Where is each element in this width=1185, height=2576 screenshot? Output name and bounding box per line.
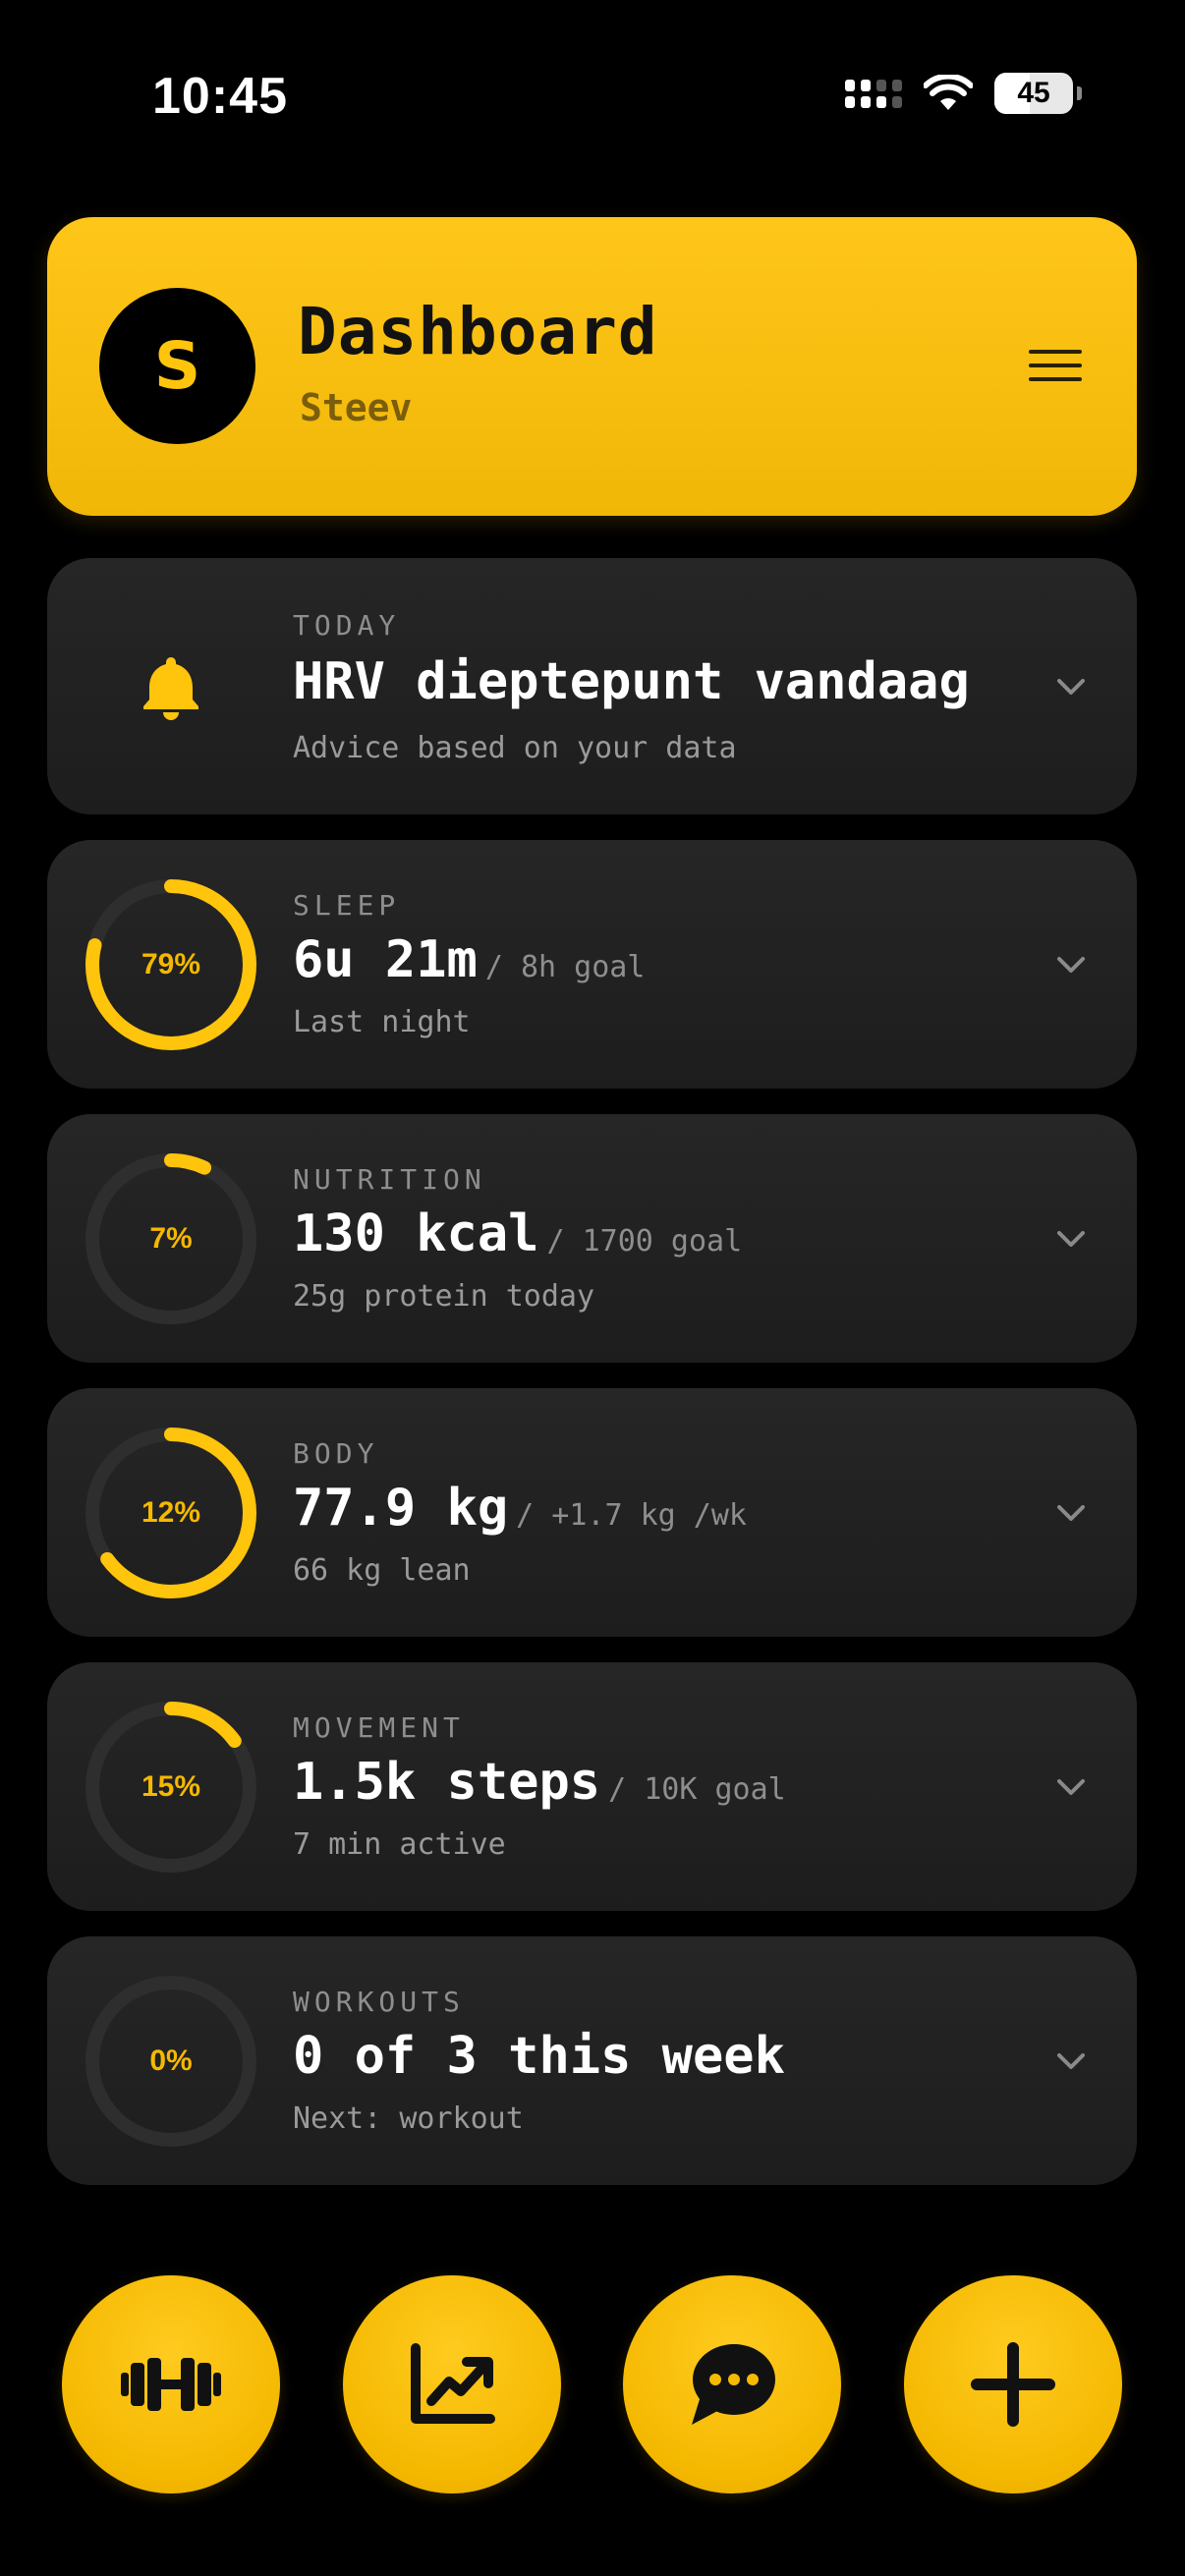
progress-ring: 12% — [84, 1426, 258, 1600]
battery-icon: 45 — [994, 73, 1073, 114]
status-time: 10:45 — [152, 68, 288, 125]
add-button[interactable] — [904, 2275, 1122, 2493]
today-advice-title: HRV dieptepunt vandaag — [293, 652, 970, 711]
chevron-down-icon[interactable] — [1054, 670, 1088, 703]
card-main-value: 1.5k steps/ 10K goal — [293, 1753, 786, 1812]
page-title: Dashboard — [298, 294, 658, 369]
card-movement[interactable]: 15% MOVEMENT 1.5k steps/ 10K goal 7 min … — [47, 1662, 1137, 1911]
bell-icon — [143, 657, 198, 720]
chevron-down-icon[interactable] — [1054, 1496, 1088, 1530]
plus-icon — [971, 2342, 1055, 2427]
sleep-duration: 6u 21m — [293, 930, 478, 989]
weight-trend: / +1.7 kg /wk — [516, 1498, 747, 1533]
card-main-value: 0 of 3 this week — [293, 2027, 785, 2086]
calories-value: 130 kcal — [293, 1204, 539, 1263]
progress-percent: 12% — [141, 1496, 201, 1529]
card-main-value: 130 kcal/ 1700 goal — [293, 1204, 742, 1263]
progress-percent: 0% — [149, 2044, 193, 2077]
progress-ring: 7% — [84, 1151, 258, 1326]
progress-chart-button[interactable] — [343, 2275, 561, 2493]
steps-value: 1.5k steps — [293, 1753, 601, 1812]
card-main-value: 77.9 kg / +1.7 kg /wk — [293, 1479, 747, 1538]
user-name: Steev — [300, 386, 413, 429]
sleep-goal: / 8h goal — [484, 950, 646, 984]
chevron-down-icon[interactable] — [1054, 948, 1088, 981]
dashboard-header: S Dashboard Steev — [47, 217, 1137, 516]
card-subtext: 7 min active — [293, 1827, 506, 1862]
hamburger-menu-icon[interactable] — [1029, 350, 1082, 381]
card-today[interactable]: TODAY HRV dieptepunt vandaag Advice base… — [47, 558, 1137, 814]
dumbbell-icon — [121, 2358, 221, 2411]
card-label: SLEEP — [293, 889, 401, 922]
workouts-count: 0 of 3 this week — [293, 2027, 785, 2086]
chevron-down-icon[interactable] — [1054, 1222, 1088, 1256]
card-label: WORKOUTS — [293, 1986, 465, 2018]
chat-button[interactable] — [623, 2275, 841, 2493]
card-nutrition[interactable]: 7% NUTRITION 130 kcal/ 1700 goal 25g pro… — [47, 1114, 1137, 1363]
card-label: NUTRITION — [293, 1163, 486, 1196]
card-label: MOVEMENT — [293, 1711, 465, 1744]
progress-percent: 79% — [141, 948, 201, 980]
battery-tip — [1077, 86, 1082, 100]
weight-value: 77.9 kg — [293, 1479, 509, 1538]
card-subtext: 66 kg lean — [293, 1553, 471, 1588]
card-main-value: HRV dieptepunt vandaag — [293, 652, 970, 711]
trend-chart-icon — [411, 2343, 495, 2424]
chevron-down-icon[interactable] — [1054, 2044, 1088, 2078]
card-label: BODY — [293, 1437, 379, 1470]
status-icons: 45 — [845, 73, 1082, 114]
card-subtext: 25g protein today — [293, 1279, 595, 1314]
card-label: TODAY — [293, 609, 401, 642]
chevron-down-icon[interactable] — [1054, 1770, 1088, 1804]
card-subtext: Last night — [293, 1005, 471, 1039]
calories-goal: / 1700 goal — [546, 1224, 743, 1259]
cellular-signal-icon — [845, 79, 902, 108]
card-workouts[interactable]: 0% WORKOUTS 0 of 3 this week Next: worko… — [47, 1936, 1137, 2185]
steps-goal: / 10K goal — [608, 1772, 786, 1807]
card-subtext: Next: workout — [293, 2101, 524, 2136]
card-sleep[interactable]: 79% SLEEP 6u 21m/ 8h goal Last night — [47, 840, 1137, 1089]
progress-ring: 15% — [84, 1700, 258, 1875]
wifi-icon — [924, 75, 973, 110]
card-subtext: Advice based on your data — [293, 731, 737, 765]
workout-button[interactable] — [62, 2275, 280, 2493]
card-main-value: 6u 21m/ 8h goal — [293, 930, 645, 989]
card-body[interactable]: 12% BODY 77.9 kg / +1.7 kg /wk 66 kg lean — [47, 1388, 1137, 1637]
progress-percent: 15% — [141, 1770, 201, 1803]
avatar[interactable]: S — [99, 288, 255, 444]
chat-bubble-icon — [692, 2344, 775, 2425]
battery-level: 45 — [1017, 77, 1050, 109]
status-bar: 10:45 45 — [0, 0, 1185, 192]
progress-ring: 79% — [84, 877, 258, 1052]
progress-percent: 7% — [149, 1222, 193, 1255]
progress-ring: 0% — [84, 1974, 258, 2149]
